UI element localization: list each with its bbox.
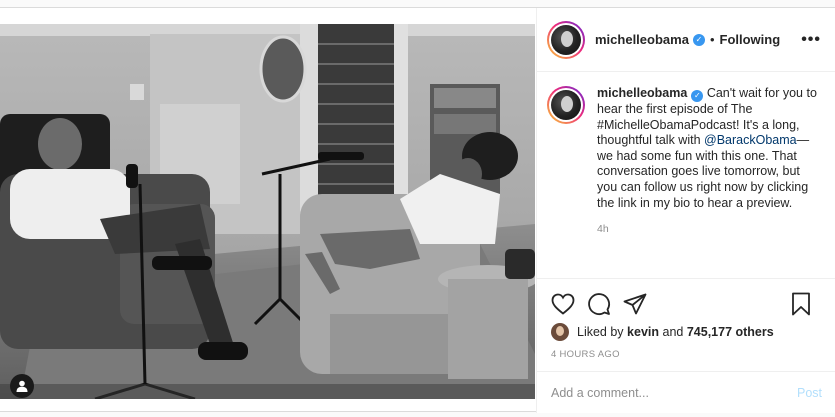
separator-dot: • [709,32,715,47]
heart-icon [551,293,575,315]
caption-body: michelleobama ✓ Can't wait for you to hea… [597,86,823,278]
caption-avatar[interactable] [547,86,585,124]
liker-username[interactable]: kevin [627,325,659,339]
share-button[interactable] [623,293,647,315]
post-photo[interactable] [0,24,535,399]
likes-count-link[interactable]: 745,177 others [687,325,774,339]
liker-avatar[interactable] [551,323,569,341]
user-tag-icon [16,380,28,392]
instagram-post: michelleobama ✓ • Following ••• michelle… [0,7,835,413]
likes-and: and [662,325,684,339]
paper-plane-icon [623,293,647,315]
comment-bar: Post [537,371,835,413]
post-comment-button[interactable]: Post [797,386,822,400]
caption-block: michelleobama ✓ Can't wait for you to hea… [537,72,835,279]
post-timestamp[interactable]: 4 HOURS AGO [537,341,835,360]
following-button[interactable]: Following [720,32,781,47]
user-tag-button[interactable] [10,374,34,398]
like-button[interactable] [551,293,575,315]
author-username[interactable]: michelleobama [595,32,689,47]
likes-summary: Liked by kevin and 745,177 others [537,319,835,341]
action-bar [537,279,835,319]
caption-username[interactable]: michelleobama [597,86,687,100]
mention-link[interactable]: @BarackObama [704,133,797,147]
likes-prefix: Liked by [577,325,624,339]
save-button[interactable] [791,292,811,316]
avatar [551,24,581,55]
avatar [551,90,581,120]
verified-badge-icon: ✓ [691,90,704,102]
comment-input[interactable] [551,385,797,400]
more-options-icon[interactable]: ••• [801,31,821,48]
verified-badge-icon: ✓ [692,33,705,46]
post-photo-image [0,24,535,399]
story-ring[interactable] [547,20,585,59]
post-sidebar: michelleobama ✓ • Following ••• michelle… [536,8,835,413]
comment-button[interactable] [587,292,611,316]
bookmark-icon [792,292,810,316]
post-header: michelleobama ✓ • Following ••• [537,8,835,72]
comment-bubble-icon [588,293,610,315]
caption-timestamp[interactable]: 4h [597,222,823,238]
